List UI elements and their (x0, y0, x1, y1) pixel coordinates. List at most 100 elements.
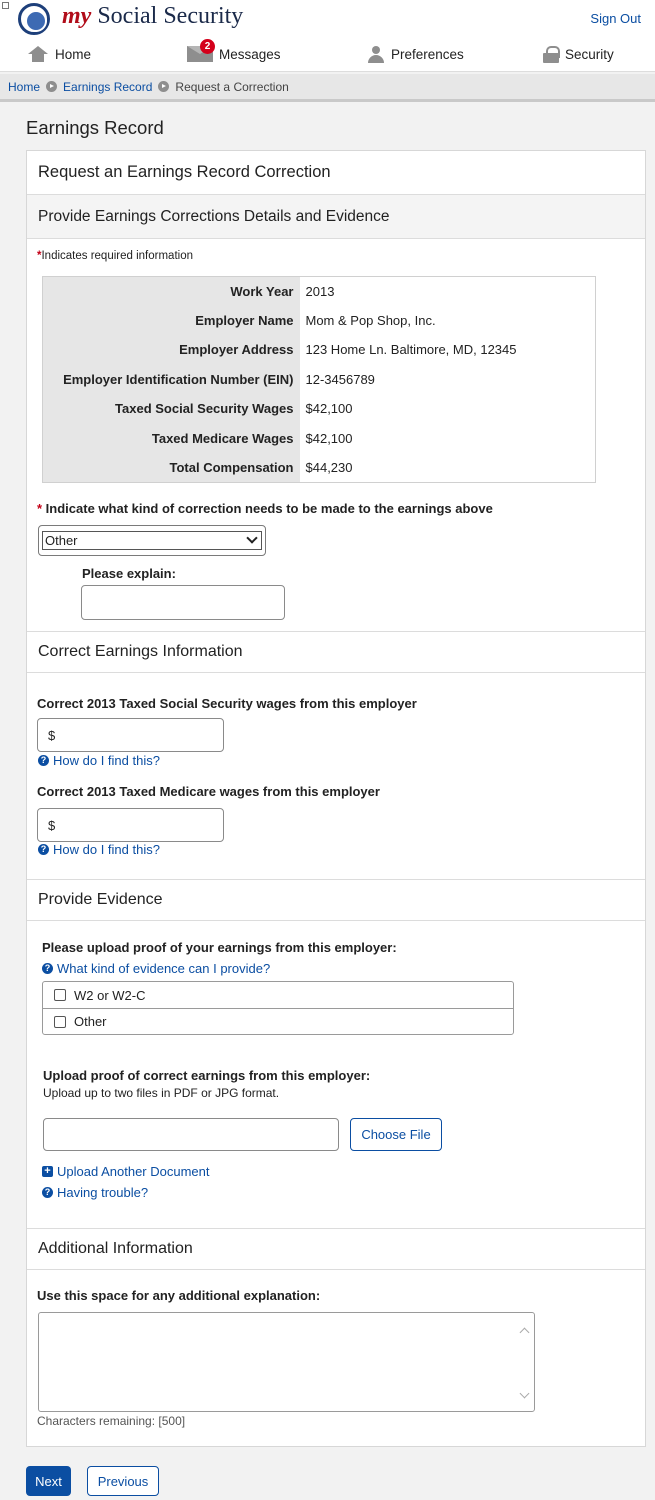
record-key: Employer Name (195, 313, 294, 329)
required-asterisk: * (37, 501, 46, 516)
medicare-wages-label: Correct 2013 Taxed Medicare wages from t… (37, 784, 380, 799)
scroll-down-icon[interactable] (519, 1388, 530, 1399)
correction-question: * Indicate what kind of correction needs… (37, 501, 493, 516)
evidence-option-w2-label: W2 or W2-C (74, 987, 146, 1003)
upload-another-link[interactable]: + Upload Another Document (42, 1164, 209, 1179)
brand-name: Social Security (97, 3, 244, 29)
question-circle-icon: ? (38, 755, 49, 766)
scroll-up-icon[interactable] (519, 1327, 530, 1338)
sign-out-link[interactable]: Sign Out (590, 11, 641, 26)
question-circle-icon: ? (42, 963, 53, 974)
chevron-right-icon (46, 81, 58, 92)
evidence-help-link[interactable]: ? What kind of evidence can I provide? (42, 961, 270, 976)
record-key: Taxed Medicare Wages (151, 430, 294, 446)
window-minimize-icon[interactable] (2, 2, 9, 9)
record-value: 12-3456789 (299, 364, 596, 395)
nav-preferences-label: Preferences (391, 47, 464, 62)
record-value: Mom & Pop Shop, Inc. (299, 305, 596, 336)
having-trouble-text: Having trouble? (57, 1185, 149, 1200)
messages-count-badge: 2 (200, 39, 215, 54)
correct-earnings-header: Correct Earnings Information (27, 631, 645, 673)
additional-info-header: Additional Information (27, 1228, 645, 1270)
brand-title[interactable]: my Social Security (62, 3, 243, 30)
nav-home-label: Home (55, 46, 92, 62)
characters-remaining: Characters remaining: [500] (37, 1414, 186, 1428)
correction-panel: Request an Earnings Record Correction Pr… (26, 150, 646, 1447)
evidence-help-text: What kind of evidence can I provide? (57, 961, 271, 976)
nav-preferences[interactable]: Preferences (367, 46, 464, 63)
envelope-icon: 2 (187, 39, 215, 62)
explain-input[interactable] (81, 585, 285, 620)
having-trouble-link[interactable]: ? Having trouble? (42, 1185, 148, 1200)
previous-button[interactable]: Previous (87, 1466, 159, 1496)
table-row: Taxed Medicare Wages $42,100 (43, 423, 596, 453)
breadcrumb-earnings-record[interactable]: Earnings Record (63, 80, 152, 94)
nav-security-label: Security (565, 47, 614, 62)
person-icon (367, 46, 385, 63)
record-value: $42,100 (299, 394, 596, 424)
choose-file-button[interactable]: Choose File (350, 1118, 442, 1151)
medicare-wages-input[interactable]: $ (37, 808, 224, 842)
required-note-text: Indicates required information (41, 250, 193, 262)
ss-wages-prefix: $ (48, 728, 56, 743)
breadcrumb-current: Request a Correction (175, 79, 289, 94)
plus-square-icon: + (42, 1166, 53, 1177)
table-row: Employer Name Mom & Pop Shop, Inc. (43, 305, 596, 336)
explain-label: Please explain: (82, 566, 176, 581)
nav-messages-label: Messages (219, 46, 281, 62)
record-key: Employer Identification Number (EIN) (63, 371, 294, 387)
breadcrumb-home[interactable]: Home (8, 80, 40, 94)
ss-wages-help-text: How do I find this? (53, 753, 160, 768)
medicare-wages-help-text: How do I find this? (53, 842, 160, 857)
ss-wages-label: Correct 2013 Taxed Social Security wages… (37, 696, 417, 711)
upload-label: Upload proof of correct earnings from th… (43, 1068, 371, 1083)
nav-home[interactable]: Home (27, 46, 91, 62)
panel-title: Request an Earnings Record Correction (27, 151, 645, 195)
additional-explanation-textarea[interactable] (38, 1312, 535, 1412)
record-value: $42,100 (299, 423, 596, 453)
question-circle-icon: ? (42, 1187, 53, 1198)
ss-wages-help-link[interactable]: ? How do I find this? (38, 753, 160, 768)
page-title: Earnings Record (26, 117, 164, 138)
earnings-record-table: Work Year 2013 Employer Name Mom & Pop Sho… (42, 276, 596, 483)
home-icon (27, 46, 49, 62)
table-row: Total Compensation $44,230 (43, 452, 596, 483)
evidence-option-other[interactable]: Other (43, 1008, 513, 1034)
medicare-wages-help-link[interactable]: ? How do I find this? (38, 842, 160, 857)
evidence-header: Provide Evidence (27, 879, 645, 921)
site-header: my Social Security Sign Out (0, 0, 655, 40)
record-key: Work Year (230, 283, 294, 299)
checkbox-w2[interactable] (54, 989, 66, 1001)
correction-type-value: Other (42, 531, 262, 550)
ssa-seal-logo (18, 3, 50, 35)
section-title: Provide Earnings Corrections Details and… (27, 195, 645, 239)
upload-another-text: Upload Another Document (57, 1164, 210, 1179)
breadcrumb: Home Earnings Record Request a Correctio… (0, 74, 655, 102)
additional-prompt: Use this space for any additional explan… (37, 1288, 321, 1303)
chevron-right-icon (158, 81, 170, 92)
record-key: Taxed Social Security Wages (115, 401, 294, 417)
table-row: Employer Address 123 Home Ln. Baltimore, … (43, 335, 596, 365)
required-note: *Indicates required information (37, 250, 193, 262)
next-button[interactable]: Next (26, 1466, 71, 1496)
record-value: 2013 (299, 276, 596, 306)
brand-my: my (62, 3, 92, 29)
evidence-option-other-label: Other (74, 1014, 107, 1029)
correction-type-select[interactable]: Other (38, 525, 266, 556)
main-nav: Home 2 Messages Preferences Security (0, 39, 655, 72)
record-key: Total Compensation (169, 459, 294, 475)
table-row: Work Year 2013 (43, 276, 596, 306)
lock-icon (543, 46, 560, 63)
record-value: 123 Home Ln. Baltimore, MD, 12345 (299, 335, 596, 365)
evidence-option-w2[interactable]: W2 or W2-C (43, 982, 513, 1008)
table-row: Employer Identification Number (EIN) 12-3… (43, 364, 596, 395)
nav-security[interactable]: Security (543, 46, 614, 63)
evidence-options: W2 or W2-C Other (42, 981, 514, 1035)
correction-question-text: Indicate what kind of correction needs t… (45, 501, 493, 516)
nav-messages[interactable]: 2 Messages (187, 39, 281, 62)
file-name-field[interactable] (43, 1118, 339, 1151)
chevron-down-icon (246, 532, 258, 544)
ss-wages-input[interactable]: $ (37, 718, 224, 752)
checkbox-other[interactable] (54, 1015, 66, 1028)
record-value: $44,230 (299, 452, 596, 483)
